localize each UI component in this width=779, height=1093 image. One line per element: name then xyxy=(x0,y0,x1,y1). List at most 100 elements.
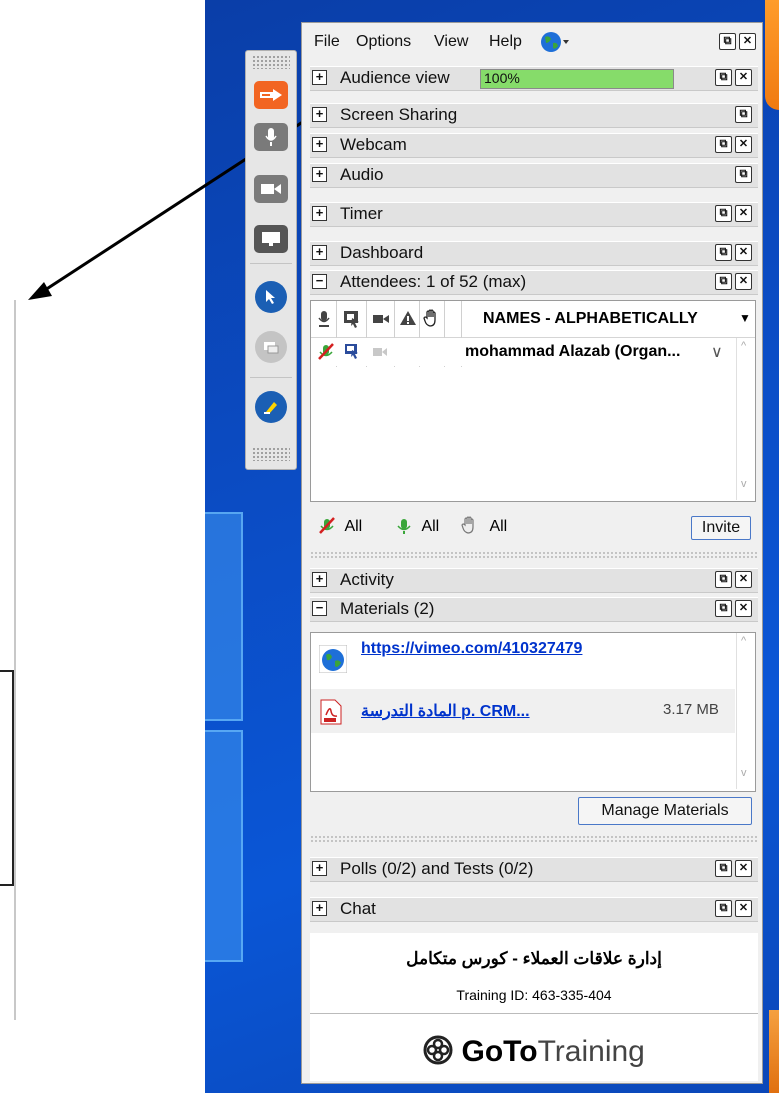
toolbar-grip-bottom[interactable] xyxy=(252,447,290,461)
manage-materials-button[interactable]: Manage Materials xyxy=(578,797,752,825)
training-info-footer: إدارة علاقات العملاء - كورس متكامل Train… xyxy=(310,933,758,1081)
scroll-down-icon[interactable]: v xyxy=(741,478,747,490)
webcam-button[interactable] xyxy=(254,175,288,203)
expand-icon[interactable]: + xyxy=(312,107,327,122)
expand-icon[interactable]: + xyxy=(312,572,327,587)
webcam-off-icon xyxy=(373,348,387,356)
panel-resize-divider[interactable] xyxy=(310,551,758,559)
attendee-name[interactable]: mohammad Alazab (Organ... xyxy=(465,343,680,361)
goto-flower-logo-icon xyxy=(423,1035,453,1065)
attendees-list: NAMES - ALPHABETICALLY ▼ mohammad Alazab… xyxy=(310,300,756,502)
screen-viewing-column-icon[interactable] xyxy=(343,310,361,328)
close-icon[interactable]: ✕ xyxy=(739,33,756,50)
close-icon[interactable]: ✕ xyxy=(735,273,752,290)
raised-hand-column-icon[interactable] xyxy=(423,309,441,327)
section-activity[interactable]: + Activity ⧉ ✕ xyxy=(310,568,758,593)
scroll-down-icon[interactable]: v xyxy=(741,767,747,779)
expand-icon[interactable]: + xyxy=(312,901,327,916)
close-icon[interactable]: ✕ xyxy=(735,571,752,588)
expand-icon[interactable]: + xyxy=(312,206,327,221)
give-control-button[interactable] xyxy=(255,331,287,363)
training-title: إدارة علاقات العملاء - كورس متكامل xyxy=(406,949,662,968)
section-polls-tests[interactable]: + Polls (0/2) and Tests (0/2) ⧉ ✕ xyxy=(310,857,758,882)
pop-out-icon[interactable]: ⧉ xyxy=(715,600,732,617)
section-screen-sharing[interactable]: + Screen Sharing ⧉ xyxy=(310,103,758,128)
close-icon[interactable]: ✕ xyxy=(735,244,752,261)
unmute-all-label: All xyxy=(421,518,440,535)
section-webcam[interactable]: + Webcam ⧉ ✕ xyxy=(310,133,758,158)
pop-out-icon[interactable]: ⧉ xyxy=(715,69,732,86)
language-globe-dropdown[interactable] xyxy=(540,31,570,58)
pop-out-icon[interactable]: ⧉ xyxy=(715,273,732,290)
pointer-button[interactable] xyxy=(255,281,287,313)
close-icon[interactable]: ✕ xyxy=(735,900,752,917)
close-icon[interactable]: ✕ xyxy=(735,136,752,153)
section-label: Materials (2) xyxy=(340,599,435,618)
pop-out-icon[interactable]: ⧉ xyxy=(719,33,736,50)
muted-microphone-icon[interactable] xyxy=(317,343,335,361)
expand-icon[interactable]: + xyxy=(312,861,327,876)
material-link[interactable]: https://vimeo.com/410327479 xyxy=(361,640,582,658)
section-dashboard[interactable]: + Dashboard ⧉ ✕ xyxy=(310,241,758,266)
pop-out-icon[interactable]: ⧉ xyxy=(715,900,732,917)
pop-out-icon[interactable]: ⧉ xyxy=(735,106,752,123)
invite-button[interactable]: Invite xyxy=(691,516,751,540)
camera-icon xyxy=(261,184,281,194)
section-chat[interactable]: + Chat ⧉ ✕ xyxy=(310,897,758,922)
share-screen-button[interactable] xyxy=(254,225,288,253)
scroll-up-icon[interactable]: ^ xyxy=(741,340,746,352)
mute-all-label: All xyxy=(344,518,363,535)
material-link[interactable]: ...p. CRM المادة التدرسة xyxy=(361,701,530,721)
close-icon[interactable]: ✕ xyxy=(735,205,752,222)
panel-resize-divider[interactable] xyxy=(310,835,758,843)
collapse-icon[interactable]: − xyxy=(312,274,327,289)
menu-options[interactable]: Options xyxy=(356,33,411,51)
section-label: Dashboard xyxy=(340,243,424,262)
arrow-right-icon xyxy=(260,89,282,101)
close-icon[interactable]: ✕ xyxy=(735,600,752,617)
expand-icon[interactable]: + xyxy=(312,167,327,182)
close-icon[interactable]: ✕ xyxy=(735,69,752,86)
attendees-header: NAMES - ALPHABETICALLY ▼ xyxy=(311,301,755,338)
section-materials[interactable]: − Materials (2) ⧉ ✕ xyxy=(310,597,758,622)
attendees-scrollbar[interactable]: ^ v xyxy=(736,338,755,500)
pop-out-icon[interactable]: ⧉ xyxy=(735,166,752,183)
material-item[interactable]: https://vimeo.com/410327479 xyxy=(311,633,735,688)
microphone-button[interactable] xyxy=(254,123,288,151)
section-timer[interactable]: + Timer ⧉ ✕ xyxy=(310,202,758,227)
lower-all-hands-button[interactable]: All xyxy=(461,515,507,540)
chevron-down-icon[interactable]: ∨ xyxy=(711,342,723,362)
expand-icon[interactable]: + xyxy=(312,70,327,85)
menu-help[interactable]: Help xyxy=(489,33,522,51)
menu-view[interactable]: View xyxy=(434,33,468,51)
drawing-tools-button[interactable] xyxy=(255,391,287,423)
pdf-file-icon xyxy=(320,699,342,725)
scroll-up-icon[interactable]: ^ xyxy=(741,635,746,647)
collapse-icon[interactable]: − xyxy=(312,601,327,616)
mute-all-button[interactable]: All xyxy=(318,517,362,540)
sort-dropdown-arrow-icon[interactable]: ▼ xyxy=(739,311,751,325)
pop-out-icon[interactable]: ⧉ xyxy=(715,571,732,588)
pop-out-icon[interactable]: ⧉ xyxy=(715,136,732,153)
unmute-all-button[interactable]: All xyxy=(395,517,439,540)
sort-by-name-header[interactable]: NAMES - ALPHABETICALLY xyxy=(483,310,698,328)
menu-file[interactable]: File xyxy=(314,33,340,51)
alert-column-icon[interactable] xyxy=(399,310,417,326)
section-audience-view[interactable]: + Audience view 100% ⧉ ✕ xyxy=(310,66,758,91)
expand-icon[interactable]: + xyxy=(312,245,327,260)
microphone-column-icon[interactable] xyxy=(317,310,331,328)
section-attendees[interactable]: − Attendees: 1 of 52 (max) ⧉ ✕ xyxy=(310,270,758,295)
pop-out-icon[interactable]: ⧉ xyxy=(715,244,732,261)
hide-panel-arrow-button[interactable] xyxy=(254,81,288,109)
web-link-globe-icon xyxy=(319,645,347,673)
materials-scrollbar[interactable]: ^ v xyxy=(736,633,755,789)
expand-icon[interactable]: + xyxy=(312,137,327,152)
material-item[interactable]: ...p. CRM المادة التدرسة 3.17 MB xyxy=(311,689,735,733)
toolbar-grip-top[interactable] xyxy=(252,55,290,69)
close-icon[interactable]: ✕ xyxy=(735,860,752,877)
pop-out-icon[interactable]: ⧉ xyxy=(715,205,732,222)
attendee-row[interactable]: mohammad Alazab (Organ... ∨ xyxy=(311,338,735,366)
pop-out-icon[interactable]: ⧉ xyxy=(715,860,732,877)
camera-column-icon[interactable] xyxy=(373,313,389,325)
section-audio[interactable]: + Audio ⧉ xyxy=(310,163,758,188)
